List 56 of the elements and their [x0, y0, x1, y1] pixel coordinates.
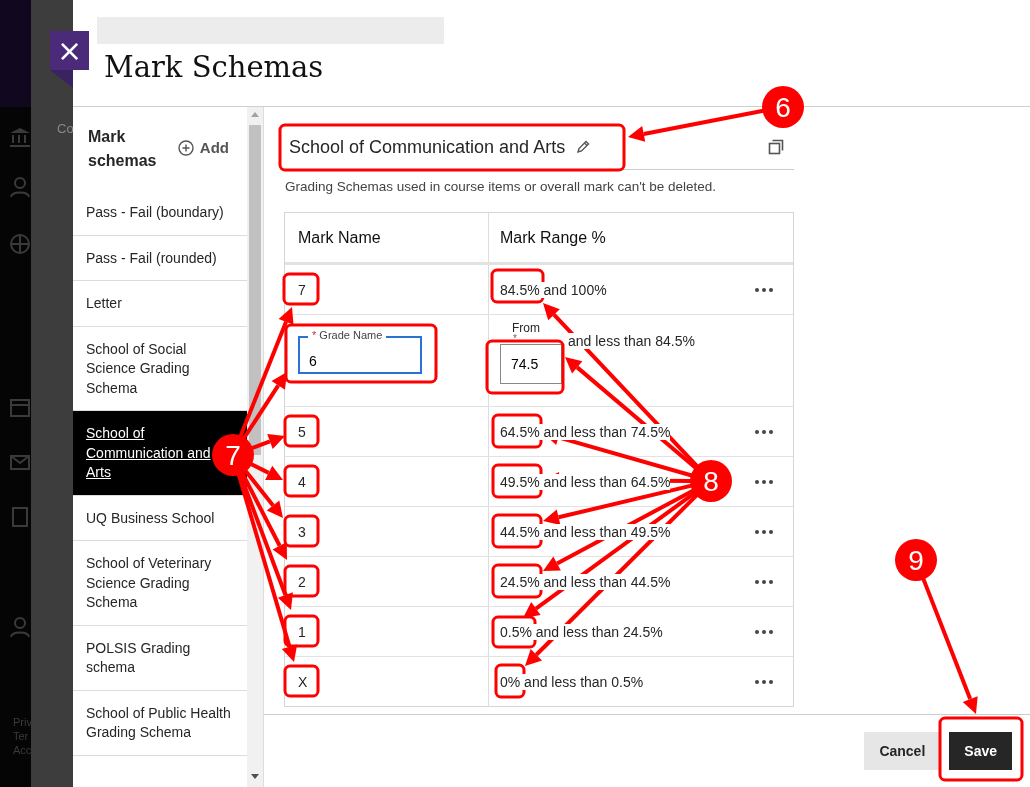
highlight-frame: [491, 513, 543, 549]
mark-range: 84.5% and 100%: [500, 281, 607, 298]
sidebar-heading: Mark schemas: [88, 127, 158, 171]
highlight-frame: [283, 664, 320, 698]
highlight-frame: [283, 614, 320, 648]
mark-range: 64.5% and less than 74.5%: [500, 423, 671, 440]
copy-icon[interactable]: [768, 139, 784, 155]
more-options-icon[interactable]: [755, 579, 773, 584]
info-text: Grading Schemas used in course items or overall mark can't be deleted.: [285, 179, 718, 194]
highlight-frame: [283, 564, 320, 598]
person-icon: [8, 615, 32, 639]
column-header: Mark Range %: [488, 213, 793, 262]
required-mark: *: [513, 335, 518, 343]
pencil-icon[interactable]: [575, 139, 592, 155]
backdrop-text: Co: [57, 121, 74, 136]
mark-range: 49.5% and less than 64.5%: [500, 473, 671, 490]
callout-badge: 8: [690, 460, 732, 502]
mark-range: 44.5% and less than 49.5%: [500, 523, 671, 540]
from-label: From: [512, 321, 541, 335]
panel-title: Mark Schemas: [104, 50, 325, 84]
mark-range: 24.5% and less than 44.5%: [500, 573, 671, 590]
callout-badge: 6: [762, 86, 804, 128]
callout-badge: 9: [895, 539, 937, 581]
highlight-frame: [494, 663, 526, 699]
building-icon: [8, 125, 32, 149]
more-options-icon[interactable]: [755, 479, 773, 484]
column-header: Mark Name: [297, 227, 382, 248]
mark-range: and less than 84.5%: [568, 333, 695, 349]
highlight-frame: [283, 514, 320, 548]
more-options-icon[interactable]: [755, 529, 773, 534]
mark-range: 0.5% and less than 24.5%: [500, 623, 663, 640]
ribbon-tail-icon: [50, 70, 73, 88]
add-button[interactable]: Add: [177, 139, 229, 156]
globe-icon: [8, 232, 32, 256]
from-field[interactable]: 74.5: [500, 344, 562, 384]
more-options-icon[interactable]: [755, 287, 773, 292]
more-options-icon[interactable]: [755, 429, 773, 434]
highlight-frame: [491, 615, 537, 649]
highlight-frame: [283, 464, 320, 498]
schema-title: School of Communication and Arts: [289, 136, 566, 158]
highlight-frame: [490, 268, 545, 304]
cancel-button[interactable]: Cancel: [864, 732, 941, 770]
callout-badge: 7: [212, 434, 254, 476]
mark-range: 0% and less than 0.5%: [500, 673, 644, 690]
plus-circle-icon: [177, 139, 194, 156]
more-options-icon[interactable]: [755, 629, 773, 634]
highlight-frame: [491, 563, 543, 599]
save-button[interactable]: Save: [949, 732, 1012, 770]
highlight-frame: [283, 414, 320, 448]
close-button[interactable]: ×: [50, 31, 89, 70]
highlight-frame: [491, 413, 543, 449]
person-icon: [8, 175, 32, 199]
highlight-frame: [491, 463, 543, 499]
highlight-frame: [282, 272, 320, 306]
field-label: * Grade Name: [308, 328, 387, 342]
more-options-icon[interactable]: [755, 679, 773, 684]
